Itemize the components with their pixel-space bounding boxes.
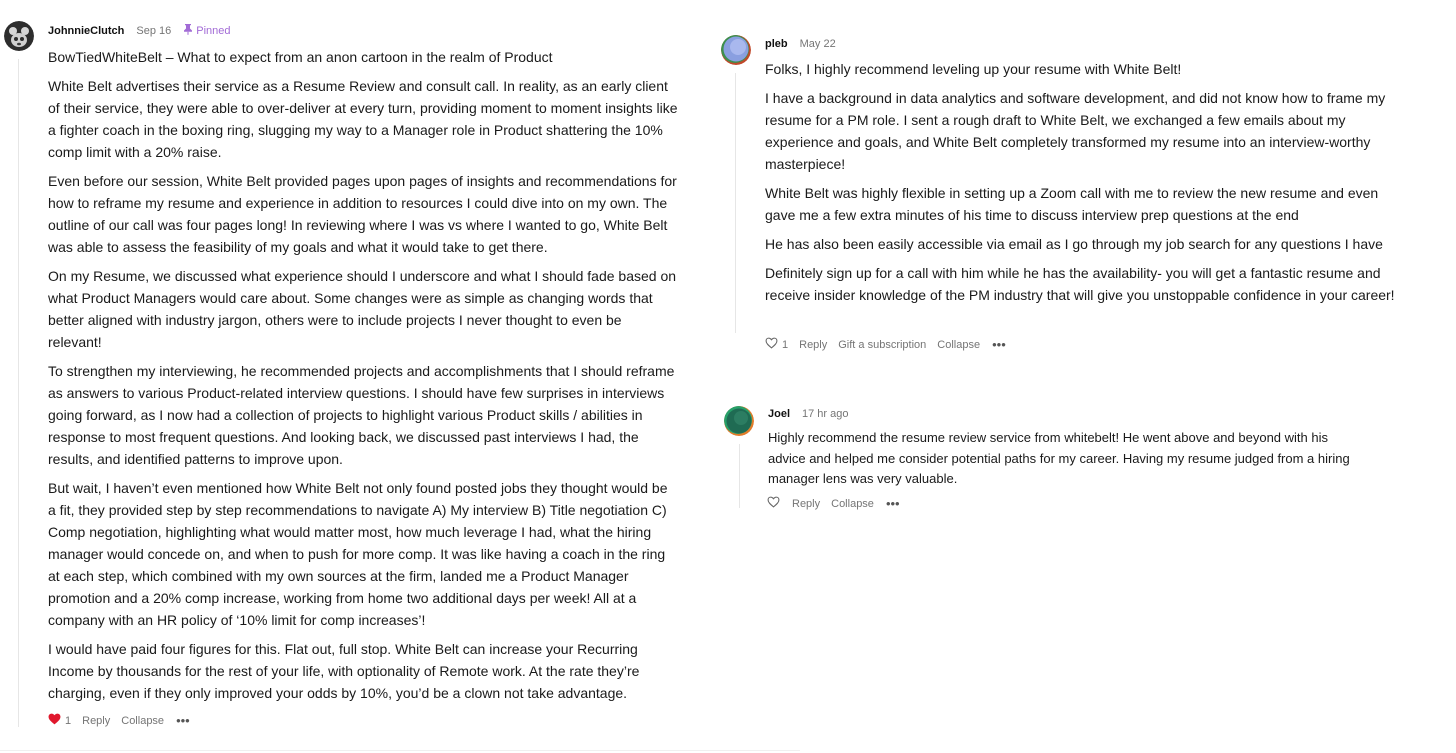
comment-date[interactable]: 17 hr ago	[802, 408, 848, 420]
heart-outline-icon	[767, 496, 780, 511]
collapse-button[interactable]: Collapse	[121, 715, 164, 727]
pin-icon	[183, 23, 193, 38]
comment-paragraph: I have a background in data analytics an…	[765, 90, 1386, 172]
comment-paragraph: BowTiedWhiteBelt – What to expect from a…	[48, 49, 553, 65]
comment-joel: Joel 17 hr ago Highly recommend the resu…	[724, 406, 1404, 514]
comment-paragraph: I would have paid four figures for this.…	[48, 641, 640, 701]
collapse-button[interactable]: Collapse	[831, 498, 874, 510]
collapse-button[interactable]: Collapse	[937, 339, 980, 351]
comment-paragraph: White Belt was highly flexible in settin…	[765, 185, 1379, 223]
avatar[interactable]	[721, 35, 751, 65]
heart-filled-icon	[48, 713, 61, 728]
comment-author[interactable]: JohnnieClutch	[48, 25, 124, 37]
reply-button[interactable]: Reply	[792, 498, 820, 510]
like-button[interactable]	[767, 496, 780, 511]
comment-body: Highly recommend the resume review servi…	[768, 428, 1358, 490]
comment-paragraph: Definitely sign up for a call with him w…	[765, 265, 1395, 303]
comment-paragraph: Even before our session, White Belt prov…	[48, 173, 677, 255]
avatar[interactable]	[4, 21, 34, 51]
reply-button[interactable]: Reply	[799, 339, 827, 351]
comment-actions: Reply Collapse •••	[767, 496, 900, 511]
comment-author[interactable]: pleb	[765, 38, 788, 50]
like-button[interactable]: 1	[48, 713, 71, 728]
comment-paragraph: He has also been easily accessible via e…	[765, 236, 1383, 252]
more-dots-icon[interactable]: •••	[886, 496, 900, 511]
comment-paragraph: To strengthen my interviewing, he recomm…	[48, 363, 675, 467]
like-count: 1	[65, 714, 72, 727]
gift-subscription-button[interactable]: Gift a subscription	[838, 339, 926, 351]
pinned-label: Pinned	[196, 24, 231, 37]
comment-paragraph: Highly recommend the resume review servi…	[768, 430, 1350, 486]
comment-body: Folks, I highly recommend leveling up yo…	[765, 58, 1395, 306]
comment-author[interactable]: Joel	[768, 408, 790, 420]
avatar[interactable]	[724, 406, 754, 436]
more-dots-icon[interactable]: •••	[176, 713, 190, 728]
comment-actions: 1 Reply Collapse •••	[48, 713, 190, 728]
thread-line[interactable]	[739, 444, 740, 508]
comment-date[interactable]: Sep 16	[136, 25, 171, 37]
divider	[0, 750, 800, 751]
comment-paragraph: White Belt advertises their service as a…	[48, 78, 678, 160]
comment-date[interactable]: May 22	[800, 38, 836, 50]
comment-paragraph: Folks, I highly recommend leveling up yo…	[765, 61, 1182, 77]
thread-line[interactable]	[18, 59, 19, 727]
comment-actions: 1 Reply Gift a subscription Collapse •••	[765, 337, 1006, 352]
thread-line[interactable]	[735, 73, 736, 333]
comment-pleb: pleb May 22 Folks, I highly recommend le…	[721, 35, 1401, 355]
like-count: 1	[782, 338, 789, 351]
like-button[interactable]: 1	[765, 337, 788, 352]
pinned-badge: Pinned	[183, 23, 231, 38]
reply-button[interactable]: Reply	[82, 715, 110, 727]
comment-johnnieclutch: JohnnieClutch Sep 16 Pinned BowTiedWhite…	[4, 21, 684, 736]
more-dots-icon[interactable]: •••	[992, 337, 1006, 352]
heart-outline-icon	[765, 337, 778, 352]
comment-paragraph: But wait, I haven’t even mentioned how W…	[48, 480, 668, 628]
comment-paragraph: On my Resume, we discussed what experien…	[48, 268, 677, 350]
comment-body: BowTiedWhiteBelt – What to expect from a…	[48, 46, 678, 704]
